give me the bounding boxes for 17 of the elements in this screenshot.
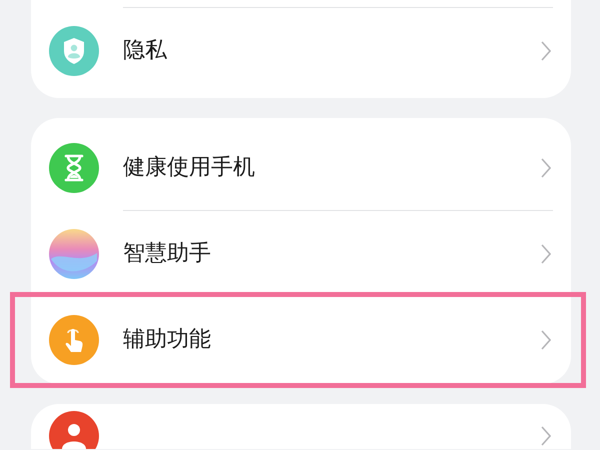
chevron-right-icon [541,426,551,446]
item-label: 健康使用手机 [123,154,256,182]
item-label: 辅助功能 [123,326,212,354]
chevron-right-icon [541,158,551,178]
settings-item[interactable]: 辅助功能 [31,297,571,382]
settings-item[interactable]: 健康使用手机 [31,125,571,210]
chevron-right-icon [541,40,551,60]
item-label: 智慧助手 [123,240,212,268]
shield-icon [49,26,99,76]
item-label: 隐私 [123,37,168,65]
settings-item[interactable]: 隐私 [31,8,571,93]
chevron-right-icon [541,330,551,350]
gradient-orb-icon [49,228,99,278]
settings-item[interactable]: 智慧助手 [31,211,571,296]
hourglass-icon [49,142,99,192]
chevron-right-icon [541,244,551,264]
pointing-hand-icon [49,314,99,364]
